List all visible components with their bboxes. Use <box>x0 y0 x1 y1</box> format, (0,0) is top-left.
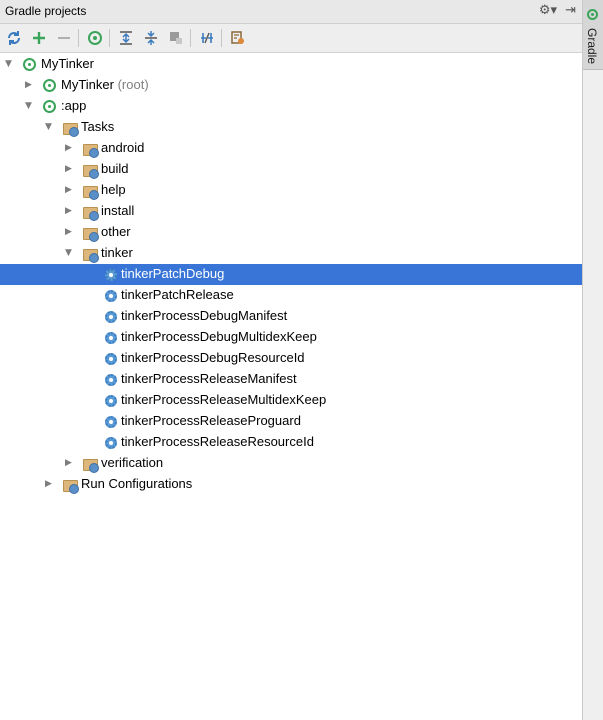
tree-node-task[interactable]: tinkerProcessReleaseMultidexKeep <box>0 390 582 411</box>
tree-node-label: tinkerPatchRelease <box>121 287 234 302</box>
tree-node-group[interactable]: ▶ other <box>0 222 582 243</box>
tree-node-group-tinker[interactable]: ▼ tinker <box>0 243 582 264</box>
task-gear-icon <box>105 290 117 302</box>
tree-node-task[interactable]: tinkerProcessReleaseResourceId <box>0 432 582 453</box>
tree-node-label: tinkerProcessReleaseManifest <box>121 371 297 386</box>
gradle-toolbar <box>0 24 582 53</box>
task-gear-icon <box>105 269 117 281</box>
run-config-folder-icon <box>62 477 79 494</box>
gradle-projects-panel: Gradle projects ⚙▾ ⇥ ▼ MyTinker ▶ MyTink… <box>0 0 582 720</box>
tree-node-label: MyTinker <box>61 77 114 92</box>
tree-node-label: tinkerPatchDebug <box>121 266 225 281</box>
gradle-icon <box>587 9 598 20</box>
execute-task-icon[interactable] <box>85 28 105 48</box>
side-tab-label: Gradle <box>585 28 599 65</box>
tree-node-label: tinkerProcessReleaseProguard <box>121 413 301 428</box>
tree-node-group[interactable]: ▶ install <box>0 201 582 222</box>
task-folder-icon <box>82 204 99 221</box>
tree-node-label: Tasks <box>81 119 115 134</box>
collapsed-arrow-icon[interactable]: ▶ <box>65 457 75 469</box>
task-gear-icon <box>105 416 117 428</box>
root-suffix: (root) <box>117 77 149 92</box>
tree-node-task[interactable]: tinkerProcessDebugResourceId <box>0 348 582 369</box>
offline-mode-icon[interactable] <box>166 28 186 48</box>
tree-node-label: Run Configurations <box>81 476 193 491</box>
task-folder-icon <box>82 162 99 179</box>
tree-node-task[interactable]: tinkerProcessReleaseProguard <box>0 411 582 432</box>
tree-node-task-selected[interactable]: tinkerPatchDebug <box>0 264 582 285</box>
tree-node-label: build <box>101 161 129 176</box>
collapsed-arrow-icon[interactable]: ▶ <box>65 184 75 196</box>
tree-node-task[interactable]: tinkerProcessReleaseManifest <box>0 369 582 390</box>
expand-all-icon[interactable] <box>116 28 136 48</box>
tree-node-label: MyTinker <box>41 56 94 71</box>
task-folder-icon <box>62 120 79 137</box>
task-folder-icon <box>82 183 99 200</box>
gear-dropdown-icon[interactable]: ⚙▾ <box>539 3 557 18</box>
add-icon[interactable] <box>29 28 49 48</box>
task-gear-icon <box>105 395 117 407</box>
collapsed-arrow-icon[interactable]: ▶ <box>65 205 75 217</box>
task-folder-icon <box>82 141 99 158</box>
tree-node-label: tinkerProcessReleaseMultidexKeep <box>121 392 327 407</box>
expanded-arrow-icon[interactable]: ▼ <box>25 100 35 112</box>
tree-node-label: verification <box>101 455 164 470</box>
collapsed-arrow-icon[interactable]: ▶ <box>45 478 55 490</box>
task-folder-icon <box>82 225 99 242</box>
tree-node-app[interactable]: ▼ :app <box>0 96 582 117</box>
expanded-arrow-icon[interactable]: ▼ <box>5 58 15 70</box>
tree-node-label: tinkerProcessDebugManifest <box>121 308 288 323</box>
tree-node-root-project[interactable]: ▶ MyTinker (root) <box>0 75 582 96</box>
right-tool-strip: Gradle <box>582 0 603 720</box>
tree-node-task[interactable]: tinkerProcessDebugMultidexKeep <box>0 327 582 348</box>
task-gear-icon <box>105 332 117 344</box>
task-gear-icon <box>105 437 117 449</box>
gradle-settings-icon[interactable] <box>228 28 248 48</box>
gradle-module-icon <box>43 100 56 113</box>
collapsed-arrow-icon[interactable]: ▶ <box>25 79 35 91</box>
gradle-side-tab[interactable]: Gradle <box>583 0 603 70</box>
remove-icon[interactable] <box>54 28 74 48</box>
expanded-arrow-icon[interactable]: ▼ <box>65 247 75 259</box>
task-gear-icon <box>105 353 117 365</box>
task-folder-icon <box>82 246 99 263</box>
expanded-arrow-icon[interactable]: ▼ <box>45 121 55 133</box>
tree-node-group[interactable]: ▶ android <box>0 138 582 159</box>
tree-node-label: :app <box>61 98 87 113</box>
collapsed-arrow-icon[interactable]: ▶ <box>65 226 75 238</box>
gradle-project-icon <box>23 58 36 71</box>
tree-node-label: help <box>101 182 126 197</box>
task-gear-icon <box>105 311 117 323</box>
tree-node-group[interactable]: ▶ help <box>0 180 582 201</box>
tree-node-label: other <box>101 224 131 239</box>
tree-node-run-configurations[interactable]: ▶ Run Configurations <box>0 474 582 495</box>
refresh-icon[interactable] <box>4 28 24 48</box>
tree-node-label: tinkerProcessDebugResourceId <box>121 350 305 365</box>
panel-title: Gradle projects <box>5 4 87 18</box>
tree-node-label: tinker <box>101 245 133 260</box>
tree-node-label: tinkerProcessDebugMultidexKeep <box>121 329 317 344</box>
task-folder-icon <box>82 456 99 473</box>
tree-node-tasks[interactable]: ▼ Tasks <box>0 117 582 138</box>
tree-node-root[interactable]: ▼ MyTinker <box>0 54 582 75</box>
collapsed-arrow-icon[interactable]: ▶ <box>65 142 75 154</box>
task-gear-icon <box>105 374 117 386</box>
collapsed-arrow-icon[interactable]: ▶ <box>65 163 75 175</box>
panel-title-bar: Gradle projects ⚙▾ ⇥ <box>0 0 582 24</box>
tree-node-task[interactable]: tinkerProcessDebugManifest <box>0 306 582 327</box>
tree-node-task[interactable]: tinkerPatchRelease <box>0 285 582 306</box>
gradle-project-icon <box>43 79 56 92</box>
toggle-dependencies-icon[interactable] <box>197 28 217 48</box>
hide-panel-icon[interactable]: ⇥ <box>565 3 576 18</box>
collapse-all-icon[interactable] <box>141 28 161 48</box>
tree-node-label: android <box>101 140 145 155</box>
tree-node-group[interactable]: ▶ build <box>0 159 582 180</box>
tree-node-label: tinkerProcessReleaseResourceId <box>121 434 314 449</box>
tree-node-label: install <box>101 203 135 218</box>
tree-node-group-verification[interactable]: ▶ verification <box>0 453 582 474</box>
